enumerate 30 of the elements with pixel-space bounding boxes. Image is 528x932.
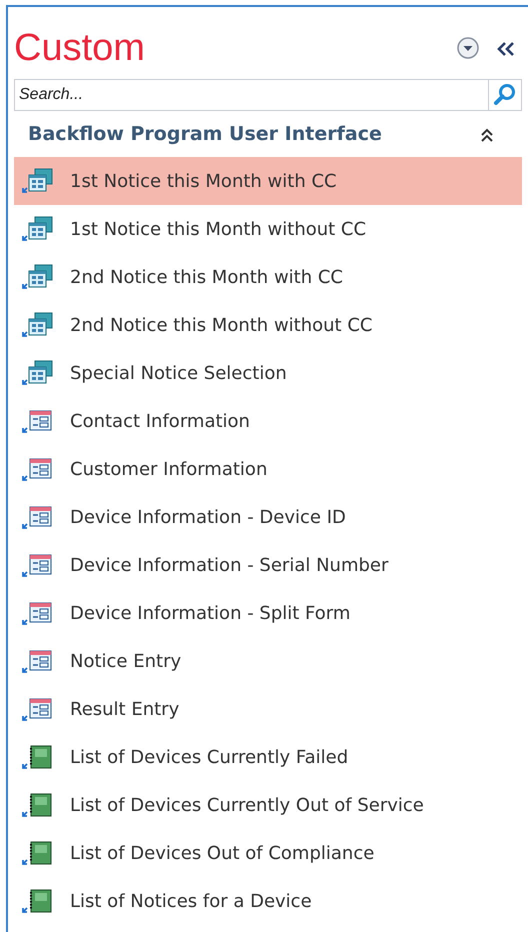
navigation-item[interactable]: 1st Notice this Month with CC xyxy=(14,157,522,205)
navigation-item[interactable]: 2nd Notice this Month without CC xyxy=(14,301,522,349)
search-icon[interactable] xyxy=(488,79,522,111)
group-header[interactable]: Backflow Program User Interface xyxy=(28,120,382,148)
navigation-item[interactable]: Device Information - Serial Number xyxy=(14,541,522,589)
dropdown-icon[interactable] xyxy=(456,36,480,60)
navigation-item[interactable]: 1st Notice this Month without CC xyxy=(14,205,522,253)
report-icon xyxy=(22,839,54,867)
split-form-icon xyxy=(22,359,54,387)
navigation-item[interactable]: List of Devices Currently Failed xyxy=(14,733,522,781)
split-form-icon xyxy=(22,311,54,339)
pane-title: Custom xyxy=(14,29,145,67)
navigation-item[interactable]: List of Devices Currently Out of Service xyxy=(14,781,522,829)
navigation-item[interactable]: Contact Information xyxy=(14,397,522,445)
report-icon xyxy=(22,791,54,819)
navigation-item[interactable]: Device Information - Split Form xyxy=(14,589,522,637)
navigation-item[interactable]: Result Entry xyxy=(14,685,522,733)
search-field[interactable]: Search... xyxy=(14,79,488,111)
report-icon xyxy=(22,743,54,771)
navigation-item[interactable]: List of Devices Out of Compliance xyxy=(14,829,522,877)
navigation-item[interactable]: Customer Information xyxy=(14,445,522,493)
split-form-icon xyxy=(22,215,54,243)
navigation-item[interactable]: Special Notice Selection xyxy=(14,349,522,397)
report-icon xyxy=(22,887,54,915)
split-form-icon xyxy=(22,167,54,195)
split-form-icon xyxy=(22,263,54,291)
navigation-item[interactable]: List of Notices for a Device xyxy=(14,877,522,925)
navigation-item[interactable]: Notice Entry xyxy=(14,637,522,685)
navigation-item[interactable]: Device Information - Device ID xyxy=(14,493,522,541)
navigation-item[interactable]: 2nd Notice this Month with CC xyxy=(14,253,522,301)
